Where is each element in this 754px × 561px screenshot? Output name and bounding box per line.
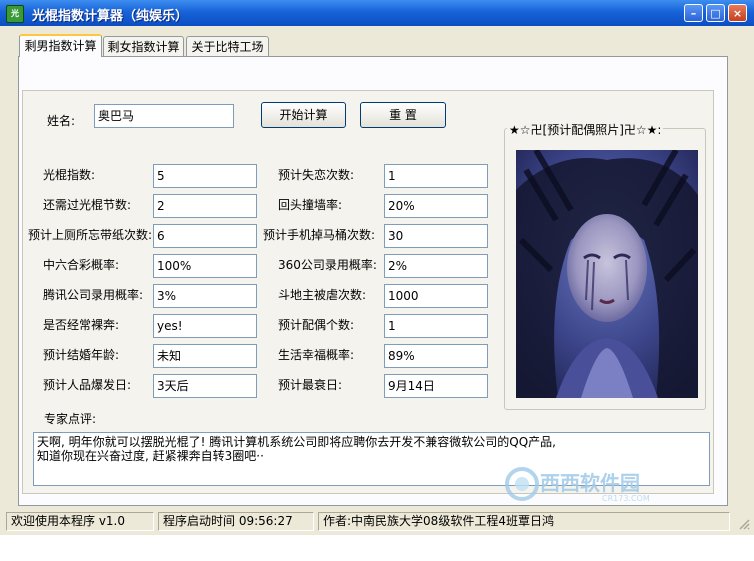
watermark-sub: CR173.COM: [602, 494, 650, 503]
field-label: 预计最衰日:: [278, 378, 343, 392]
field-label: 预计结婚年龄:: [43, 348, 120, 362]
name-label: 姓名:: [47, 114, 76, 128]
toilet-paper-field[interactable]: 6: [153, 224, 257, 248]
singles-day-field[interactable]: 2: [153, 194, 257, 218]
app-icon: 光: [6, 5, 24, 23]
minimize-icon: –: [690, 7, 697, 20]
maximize-button[interactable]: □: [706, 4, 725, 22]
worst-day-field[interactable]: 9月14日: [384, 374, 488, 398]
spouse-photo: [516, 150, 698, 398]
site-watermark-logo: 西西软件园 CR173.COM: [505, 467, 650, 503]
field-label: 360公司录用概率:: [278, 258, 377, 272]
field-label: 生活幸福概率:: [278, 348, 355, 362]
title-bar[interactable]: 光 光棍指数计算器（纯娱乐） – □ ×: [0, 0, 754, 26]
luck-day-field[interactable]: 3天后: [153, 374, 257, 398]
photo-caption: ★☆卍[预计配偶照片]卍☆★:: [507, 121, 664, 138]
field-label: 预计人品爆发日:: [43, 378, 132, 392]
bachelor-index-field[interactable]: 5: [153, 164, 257, 188]
field-label: 预计上厕所忘带纸次数:: [28, 228, 153, 242]
field-label: 腾讯公司录用概率:: [43, 288, 144, 302]
field-label: 光棍指数:: [43, 168, 96, 182]
comment-line-1: 天啊, 明年你就可以摆脱光棍了! 腾讯计算机系统公司即将应聘你去开发不兼容微软公…: [37, 435, 556, 449]
field-label: 预计手机掉马桶次数:: [263, 228, 376, 242]
comment-label: 专家点评:: [44, 412, 97, 426]
close-button[interactable]: ×: [728, 4, 747, 22]
happiness-field[interactable]: 89%: [384, 344, 488, 368]
wall-hit-field[interactable]: 20%: [384, 194, 488, 218]
field-label: 是否经常裸奔:: [43, 318, 120, 332]
minimize-button[interactable]: –: [684, 4, 703, 22]
reset-button[interactable]: 重 置: [360, 102, 446, 128]
comment-line-2: 知道你现在兴奋过度, 赶紧裸奔自转3圈吧··: [37, 449, 264, 463]
maximize-icon: □: [710, 7, 721, 20]
watermark-text: 西西软件园: [540, 471, 640, 495]
start-button[interactable]: 开始计算: [261, 102, 346, 128]
resize-grip-icon[interactable]: [738, 518, 750, 530]
field-label: 还需过光棍节数:: [43, 198, 132, 212]
breakup-field[interactable]: 1: [384, 164, 488, 188]
tab-male-index[interactable]: 剩男指数计算: [19, 34, 102, 57]
spouse-count-field[interactable]: 1: [384, 314, 488, 338]
status-author: 作者:中南民族大学08级软件工程4班覃日鸿: [318, 512, 730, 531]
status-welcome: 欢迎使用本程序 v1.0: [6, 512, 154, 531]
close-icon: ×: [732, 7, 743, 20]
portrait-image: [516, 150, 698, 398]
status-bar: 欢迎使用本程序 v1.0 程序启动时间 09:56:27 作者:中南民族大学08…: [0, 508, 754, 535]
card-game-field[interactable]: 1000: [384, 284, 488, 308]
tencent-field[interactable]: 3%: [153, 284, 257, 308]
tab-female-index[interactable]: 剩女指数计算: [103, 36, 184, 56]
field-label: 回头撞墙率:: [278, 198, 343, 212]
status-start-time: 程序启动时间 09:56:27: [158, 512, 314, 531]
window-title: 光棍指数计算器（纯娱乐）: [32, 9, 189, 24]
tab-about[interactable]: 关于比特工场: [186, 36, 269, 56]
qihoo-field[interactable]: 2%: [384, 254, 488, 278]
phone-drop-field[interactable]: 30: [384, 224, 488, 248]
field-label: 斗地主被虐次数:: [278, 288, 367, 302]
lottery-field[interactable]: 100%: [153, 254, 257, 278]
field-label: 预计失恋次数:: [278, 168, 355, 182]
app-window: 光 光棍指数计算器（纯娱乐） – □ × 剩男指数计算 剩女指数计算 关于比特工…: [0, 0, 754, 535]
field-label: 中六合彩概率:: [43, 258, 120, 272]
field-label: 预计配偶个数:: [278, 318, 355, 332]
marriage-age-field[interactable]: 未知: [153, 344, 257, 368]
name-input[interactable]: 奥巴马: [94, 104, 234, 128]
streak-field[interactable]: yes!: [153, 314, 257, 338]
